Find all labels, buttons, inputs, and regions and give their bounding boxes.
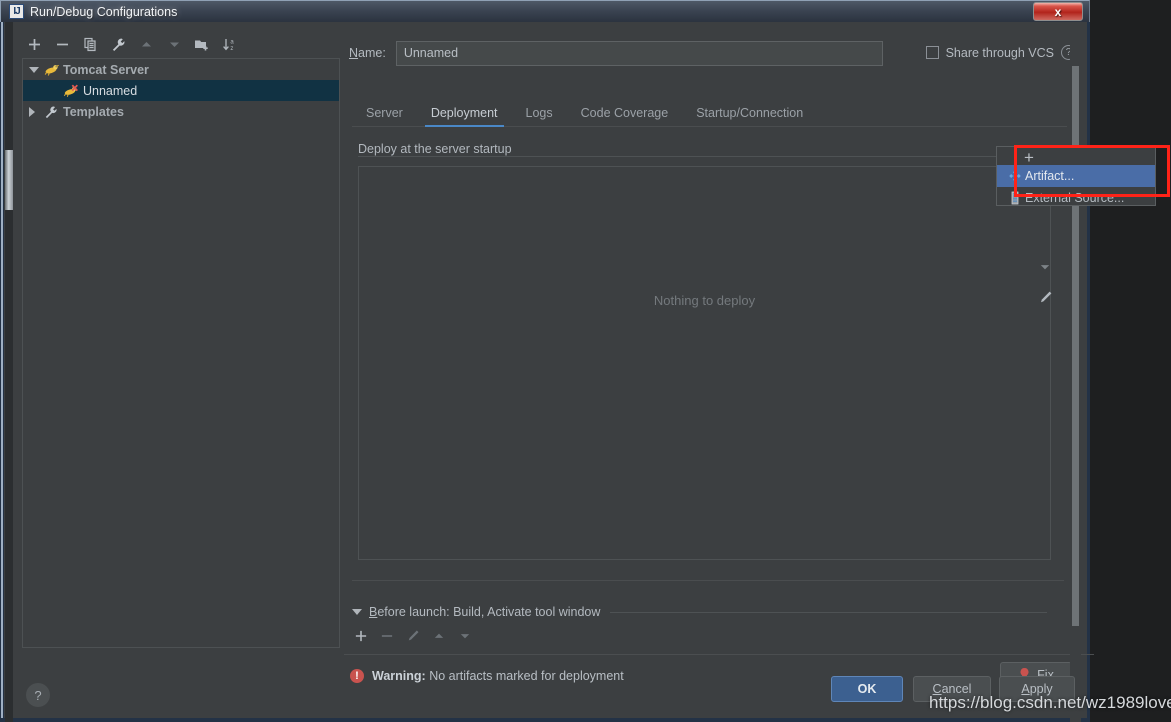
watermark-text: https://blog.csdn.net/wz1989love bbox=[929, 693, 1171, 712]
help-button[interactable]: ? bbox=[26, 683, 50, 707]
sort-alphabetically-button[interactable]: a z bbox=[218, 33, 242, 55]
remove-configuration-button[interactable] bbox=[50, 33, 74, 55]
before-launch-move-down-button[interactable] bbox=[453, 625, 477, 647]
external-source-icon bbox=[1005, 191, 1025, 205]
copy-configuration-button[interactable] bbox=[78, 33, 102, 55]
new-folder-button[interactable] bbox=[190, 33, 214, 55]
run-debug-configurations-window: IJ Run/Debug Configurations x a z Tomcat… bbox=[0, 0, 1170, 722]
configurations-tree[interactable]: Tomcat Server Unnamed Templates bbox=[22, 58, 340, 648]
warning-separator bbox=[344, 654, 1094, 655]
tomcat-icon bbox=[41, 63, 61, 76]
menu-item-external-source[interactable]: External Source... bbox=[997, 187, 1155, 209]
window-titlebar: IJ Run/Debug Configurations x bbox=[0, 0, 1090, 22]
chevron-right-icon[interactable] bbox=[27, 106, 41, 117]
deploy-list[interactable]: Nothing to deploy bbox=[358, 166, 1051, 560]
svg-text:z: z bbox=[230, 46, 233, 52]
move-down-button[interactable] bbox=[162, 33, 186, 55]
tree-item-label: Unnamed bbox=[83, 83, 138, 98]
wrench-icon bbox=[41, 105, 61, 119]
tree-item-tomcat-server[interactable]: Tomcat Server bbox=[23, 59, 339, 80]
deploy-group-bottom-divider bbox=[352, 580, 1064, 581]
tree-toolbar: a z bbox=[16, 30, 340, 58]
configuration-editor-panel: Name: Share through VCS ? Server Deploym… bbox=[344, 22, 1094, 722]
deploy-empty-text: Nothing to deploy bbox=[653, 293, 756, 308]
menu-item-artifact[interactable]: Artifact... bbox=[997, 165, 1155, 187]
tree-item-templates[interactable]: Templates bbox=[23, 101, 339, 122]
add-configuration-button[interactable] bbox=[22, 33, 46, 55]
artifact-icon bbox=[1005, 169, 1025, 183]
popup-add-icon[interactable]: + bbox=[1024, 148, 1034, 168]
before-launch-edit-button[interactable] bbox=[401, 625, 425, 647]
chevron-down-icon[interactable] bbox=[352, 609, 362, 615]
tab-server[interactable]: Server bbox=[352, 106, 417, 126]
deploy-group-label: Deploy at the server startup bbox=[358, 142, 520, 156]
share-through-vcs-checkbox[interactable] bbox=[925, 46, 939, 59]
move-up-button[interactable] bbox=[134, 33, 158, 55]
before-launch-toolbar bbox=[349, 624, 489, 648]
share-through-vcs-row[interactable]: Share through VCS ? bbox=[925, 45, 1076, 60]
share-through-vcs-label: Share through VCS bbox=[945, 45, 1054, 60]
tab-logs[interactable]: Logs bbox=[512, 106, 567, 126]
tree-item-label: Templates bbox=[63, 104, 124, 119]
tree-item-label: Tomcat Server bbox=[63, 62, 149, 77]
deploy-edit-button[interactable] bbox=[1028, 282, 1062, 312]
ok-button[interactable]: OK bbox=[831, 676, 903, 702]
chevron-down-icon[interactable] bbox=[27, 66, 41, 73]
name-input[interactable] bbox=[395, 40, 883, 66]
add-deployment-popup-menu: Artifact... External Source... bbox=[996, 146, 1156, 206]
intellij-idea-icon: IJ bbox=[9, 4, 24, 19]
editor-tabs: Server Deployment Logs Code Coverage Sta… bbox=[352, 100, 1067, 127]
before-launch-remove-button[interactable] bbox=[375, 625, 399, 647]
edit-templates-button[interactable] bbox=[106, 33, 130, 55]
before-launch-add-button[interactable] bbox=[349, 625, 373, 647]
outer-scrollbar-thumb[interactable] bbox=[5, 150, 13, 210]
tab-code-coverage[interactable]: Code Coverage bbox=[567, 106, 683, 126]
before-launch-divider bbox=[610, 611, 1047, 613]
before-launch-move-up-button[interactable] bbox=[427, 625, 451, 647]
tab-startup-connection[interactable]: Startup/Connection bbox=[682, 106, 817, 126]
before-launch-label: Before launch: Build, Activate tool wind… bbox=[369, 605, 601, 619]
before-launch-row[interactable]: Before launch: Build, Activate tool wind… bbox=[352, 602, 1072, 622]
outer-scrollbar[interactable] bbox=[5, 22, 13, 722]
tab-deployment[interactable]: Deployment bbox=[417, 106, 512, 127]
name-label: Name: bbox=[349, 46, 386, 60]
close-icon[interactable]: x bbox=[1033, 2, 1083, 21]
tree-item-unnamed[interactable]: Unnamed bbox=[23, 80, 339, 101]
dialog-body: a z Tomcat Server Unnamed Templates Name… bbox=[0, 22, 1094, 722]
content-scrollbar[interactable] bbox=[1070, 22, 1081, 722]
deploy-move-down-button[interactable] bbox=[1028, 252, 1062, 282]
window-title: Run/Debug Configurations bbox=[30, 4, 178, 19]
deploy-group-divider bbox=[358, 156, 1056, 157]
menu-item-label: Artifact... bbox=[1025, 169, 1075, 183]
menu-item-label: External Source... bbox=[1025, 191, 1125, 205]
svg-text:a: a bbox=[230, 39, 234, 45]
tomcat-error-icon bbox=[61, 84, 81, 98]
configurations-left-panel: a z Tomcat Server Unnamed Templates bbox=[16, 30, 340, 654]
